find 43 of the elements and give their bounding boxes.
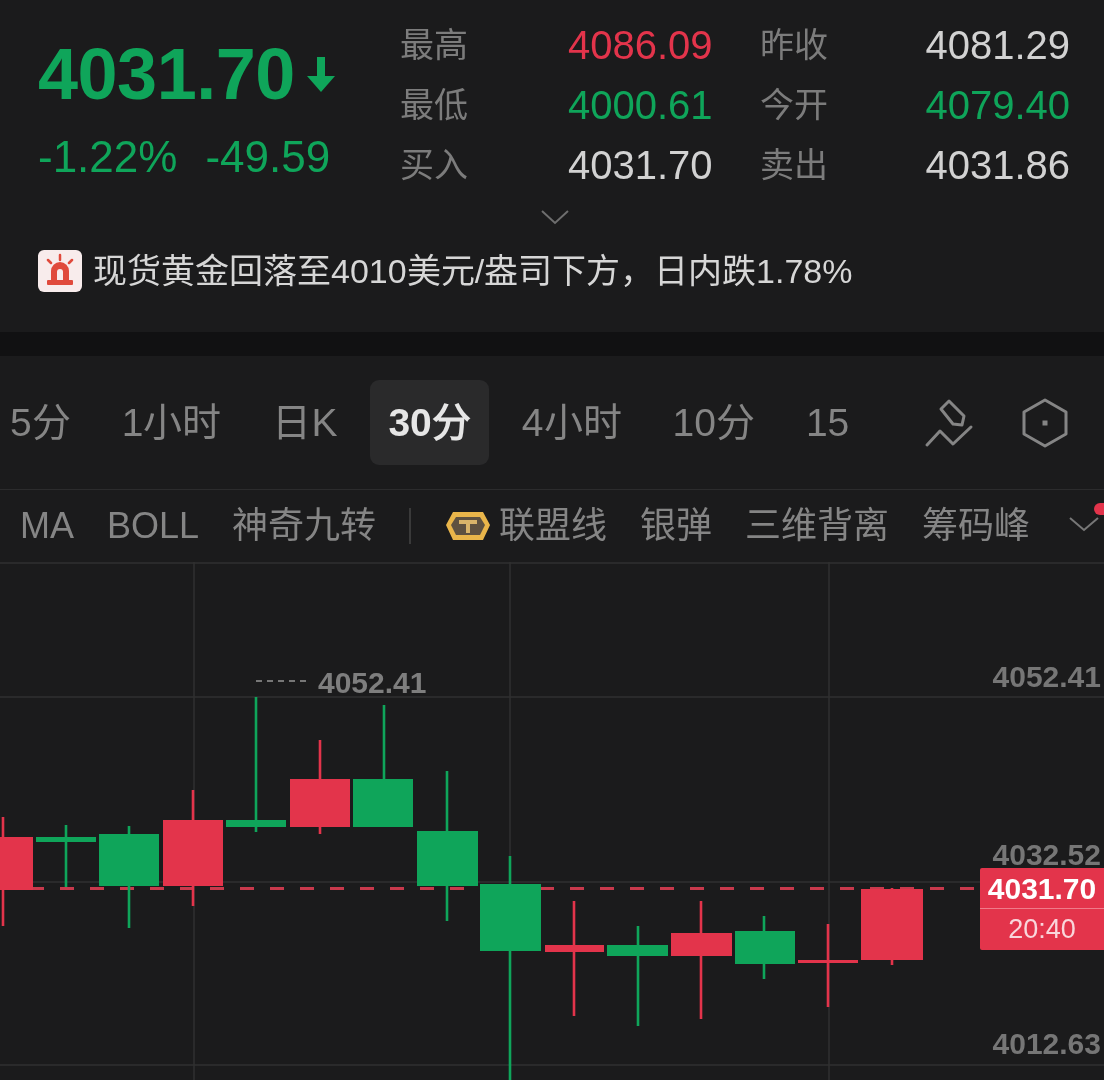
change-amount: -49.59 [205, 132, 331, 182]
candle [36, 825, 96, 887]
news-headline[interactable]: 现货黄金回落至4010美元/盎司下方，日内跌1.78% [93, 249, 853, 293]
period-tab[interactable]: 4小时 [503, 380, 640, 465]
indicator-tab[interactable]: 神奇九转 [232, 504, 377, 548]
stat-value: 4081.29 [925, 23, 1070, 67]
axis-label: 4052.41 [992, 660, 1101, 693]
chevron-down-icon[interactable] [1068, 515, 1100, 533]
stat-label: 买入 [400, 145, 469, 185]
indicator-tab[interactable]: BOLL [107, 504, 200, 548]
change-percent: -1.22% [38, 132, 178, 182]
period-tab[interactable]: 10分 [654, 380, 773, 465]
tag-time: 20:40 [1007, 913, 1077, 946]
last-price: 4031.70 [38, 35, 295, 113]
hexagon-emblem-icon [444, 510, 493, 542]
stat-value: 4031.70 [568, 143, 714, 187]
indicator-tab[interactable]: 银弹 [640, 504, 713, 548]
stat-label: 最高 [400, 25, 469, 65]
period-tab[interactable]: 15 [787, 380, 868, 465]
stat-label: 昨收 [760, 25, 829, 65]
period-tab[interactable]: 日K [254, 380, 356, 465]
period-tab[interactable]: 30分 [370, 380, 489, 465]
indicator-tab[interactable]: MA [20, 504, 74, 548]
tag-price: 4031.70 [980, 868, 1104, 909]
indicator-tab[interactable]: 联盟线 [499, 504, 608, 548]
candle [735, 916, 795, 979]
high-price-label: 4052.41 [318, 666, 427, 699]
stat-value: 4086.09 [568, 23, 714, 67]
stat-value: 4031.86 [925, 143, 1070, 187]
stat-label: 卖出 [760, 145, 829, 185]
axis-label: 4032.52 [992, 838, 1101, 871]
hexagon-icon[interactable] [1022, 397, 1068, 448]
period-tab[interactable]: 5分 [0, 380, 89, 465]
stat-label: 今开 [760, 85, 829, 125]
indicator-tab[interactable]: 筹码峰 [922, 504, 1031, 548]
stat-value: 4079.40 [925, 83, 1070, 127]
stat-value: 4000.61 [568, 83, 714, 127]
stat-label: 最低 [400, 85, 469, 125]
period-tab[interactable]: 1小时 [103, 380, 240, 465]
siren-icon [38, 250, 82, 292]
indicator-tab[interactable]: 三维背离 [745, 504, 890, 548]
axis-label: 4012.63 [992, 1027, 1101, 1060]
chevron-down-icon[interactable] [540, 208, 570, 226]
